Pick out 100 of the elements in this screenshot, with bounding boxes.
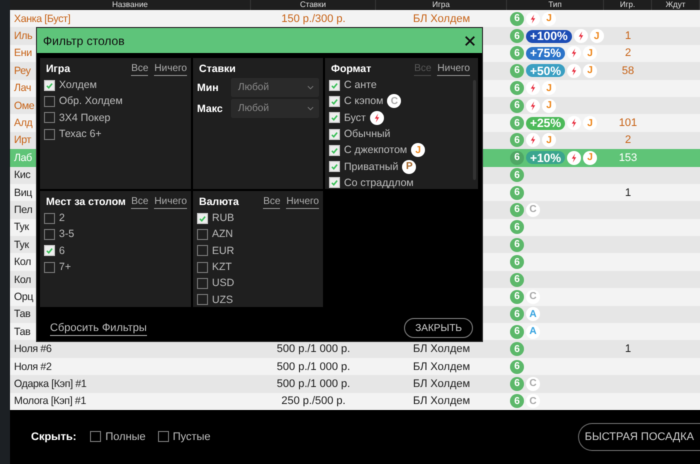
filter-checkbox[interactable]: Буст bbox=[329, 110, 470, 126]
panel-title: Формат bbox=[331, 63, 372, 75]
max-label: Макс bbox=[197, 102, 224, 114]
quick-seat-button[interactable]: БЫСТРАЯ ПОСАДКА bbox=[578, 422, 700, 451]
cap-badge: C bbox=[526, 202, 540, 217]
filter-checkbox[interactable]: Приватный P bbox=[329, 158, 470, 175]
table-cell: БЛ Холдем bbox=[412, 360, 470, 372]
filter-checkbox[interactable]: Холдем bbox=[44, 77, 187, 94]
filter-checkbox[interactable]: 7+ bbox=[44, 258, 187, 276]
bonus-badge: +50% bbox=[526, 64, 566, 78]
select-none-link[interactable]: Ничего bbox=[154, 62, 187, 76]
table-cell: БЛ Холдем bbox=[412, 395, 470, 408]
select-none-link[interactable]: Ничего bbox=[286, 196, 319, 208]
max-dropdown[interactable]: Любой bbox=[231, 99, 319, 118]
checkmark-icon bbox=[45, 246, 54, 256]
filter-checkbox[interactable]: Обр. Холдем bbox=[44, 93, 187, 110]
table-cell: Тук bbox=[14, 221, 29, 234]
table-cell: Кол bbox=[14, 274, 31, 286]
jackpot-badge: J bbox=[590, 29, 604, 44]
select-all-link[interactable]: Все bbox=[131, 62, 148, 76]
select-none-link[interactable]: Ничего bbox=[154, 196, 187, 208]
table-cell: Кис bbox=[14, 169, 30, 182]
close-button[interactable]: ЗАКРЫТЬ bbox=[404, 318, 473, 338]
filter-checkbox[interactable]: UZS bbox=[197, 291, 319, 308]
bonus-badge: +100% bbox=[526, 30, 572, 43]
jackpot-badge: J bbox=[583, 116, 598, 130]
filter-checkbox[interactable]: RUB bbox=[197, 210, 319, 226]
filter-checkbox[interactable]: EUR bbox=[197, 242, 319, 259]
seats-badge: 6 bbox=[510, 220, 524, 234]
table-row[interactable]: Ноля #6 500 р./1 000 р. БЛ Холдем 6 1 bbox=[10, 340, 700, 358]
table-cell: Виц bbox=[14, 186, 32, 199]
cap-badge: C bbox=[387, 94, 402, 108]
lightning-icon bbox=[574, 29, 588, 44]
select-all-link[interactable]: Все bbox=[131, 196, 148, 208]
table-cell: Ени bbox=[14, 47, 32, 60]
table-cell: Орц bbox=[14, 290, 34, 303]
seats-badge: 6 bbox=[510, 168, 524, 182]
table-cell: 58 bbox=[622, 64, 634, 77]
table-row[interactable]: Ноля #2 500 р./1 000 р. БЛ Холдем 6 bbox=[10, 358, 700, 376]
seats-badge: 6 bbox=[510, 255, 524, 270]
seats-badge: 6 bbox=[510, 272, 524, 287]
table-cell: БЛ Холдем bbox=[412, 378, 470, 390]
seats-badge: 6 bbox=[510, 394, 524, 408]
table-cell: Реу bbox=[14, 64, 31, 77]
filter-checkbox[interactable]: USD bbox=[197, 275, 319, 292]
table-cell: 1 bbox=[624, 186, 632, 199]
checkmark-icon bbox=[45, 80, 54, 90]
panel-title: Мест за столом bbox=[46, 196, 126, 208]
filter-checkbox[interactable]: AZN bbox=[197, 226, 319, 243]
table-cell: Тав bbox=[14, 308, 30, 320]
select-all-link[interactable]: Все bbox=[263, 196, 280, 208]
cap-badge: C bbox=[526, 290, 540, 304]
table-cell: Тук bbox=[14, 238, 29, 251]
select-none-link[interactable]: Ничего bbox=[437, 62, 470, 76]
filter-checkbox[interactable]: Со страддлом bbox=[329, 174, 470, 189]
seats-badge: 6 bbox=[510, 29, 524, 44]
filter-checkbox[interactable]: Обычный bbox=[329, 126, 470, 142]
seats-badge: 6 bbox=[510, 238, 524, 252]
filter-checkbox[interactable]: С кэпом C bbox=[329, 93, 470, 110]
panel-title: Игра bbox=[46, 63, 70, 75]
seats-badge: 6 bbox=[510, 186, 524, 200]
min-dropdown[interactable]: Любой bbox=[231, 78, 319, 97]
filter-checkbox[interactable]: KZT bbox=[197, 258, 319, 276]
hide-checkbox[interactable]: Полные bbox=[90, 430, 146, 443]
table-row[interactable]: Ханка [Буст] 150 р./300 р. БЛ Холдем 6 J bbox=[10, 10, 700, 28]
filter-checkbox[interactable]: Техас 6+ bbox=[44, 126, 187, 142]
bonus-badge: +75% bbox=[526, 46, 566, 60]
table-cell: 150 р./300 р. bbox=[281, 12, 346, 25]
reset-filters-link[interactable]: Сбросить Фильтры bbox=[50, 320, 147, 336]
table-cell: Иль bbox=[14, 30, 32, 42]
filter-checkbox[interactable]: 3X4 Покер bbox=[44, 110, 187, 126]
hide-checkbox[interactable]: Пустые bbox=[158, 430, 211, 443]
seats-badge: 6 bbox=[510, 202, 524, 217]
table-row[interactable]: Молога [Кэп] #1 250 р./500 р. БЛ Холдем 6 C bbox=[10, 392, 700, 410]
filter-checkbox[interactable]: 3-5 bbox=[44, 226, 187, 243]
table-cell: 1 bbox=[624, 30, 632, 42]
jackpot-badge: J bbox=[542, 98, 556, 113]
cap-badge: C bbox=[526, 376, 540, 391]
filter-checkbox[interactable]: 2 bbox=[44, 210, 187, 226]
lightning-icon bbox=[567, 150, 582, 165]
jackpot-badge: J bbox=[583, 64, 598, 78]
table-cell: Алд bbox=[14, 117, 32, 130]
jackpot-badge: J bbox=[411, 143, 426, 158]
table-row[interactable]: Одарка [Кэп] #1 500 р./1 000 р. БЛ Холдем 6 C bbox=[10, 375, 700, 393]
seats-badge: 6 bbox=[510, 64, 524, 78]
lightning-icon bbox=[567, 64, 582, 78]
panel-title: Валюта bbox=[199, 196, 239, 208]
seats-badge: 6 bbox=[510, 376, 524, 391]
seats-badge: 6 bbox=[510, 360, 524, 374]
filter-checkbox[interactable]: С джекпотом J bbox=[329, 142, 470, 158]
seats-badge: 6 bbox=[510, 133, 524, 148]
table-cell: Ноля #6 bbox=[14, 343, 52, 356]
table-cell: Ноля #2 bbox=[14, 360, 52, 372]
jackpot-badge: J bbox=[542, 12, 556, 26]
filter-checkbox[interactable]: 6 bbox=[44, 242, 187, 259]
close-icon[interactable] bbox=[464, 34, 476, 46]
seats-badge: 6 bbox=[510, 150, 524, 165]
table-cell: БЛ Холдем bbox=[412, 343, 470, 356]
table-cell: БЛ Холдем bbox=[412, 12, 470, 25]
filter-checkbox[interactable]: С анте bbox=[329, 77, 470, 94]
